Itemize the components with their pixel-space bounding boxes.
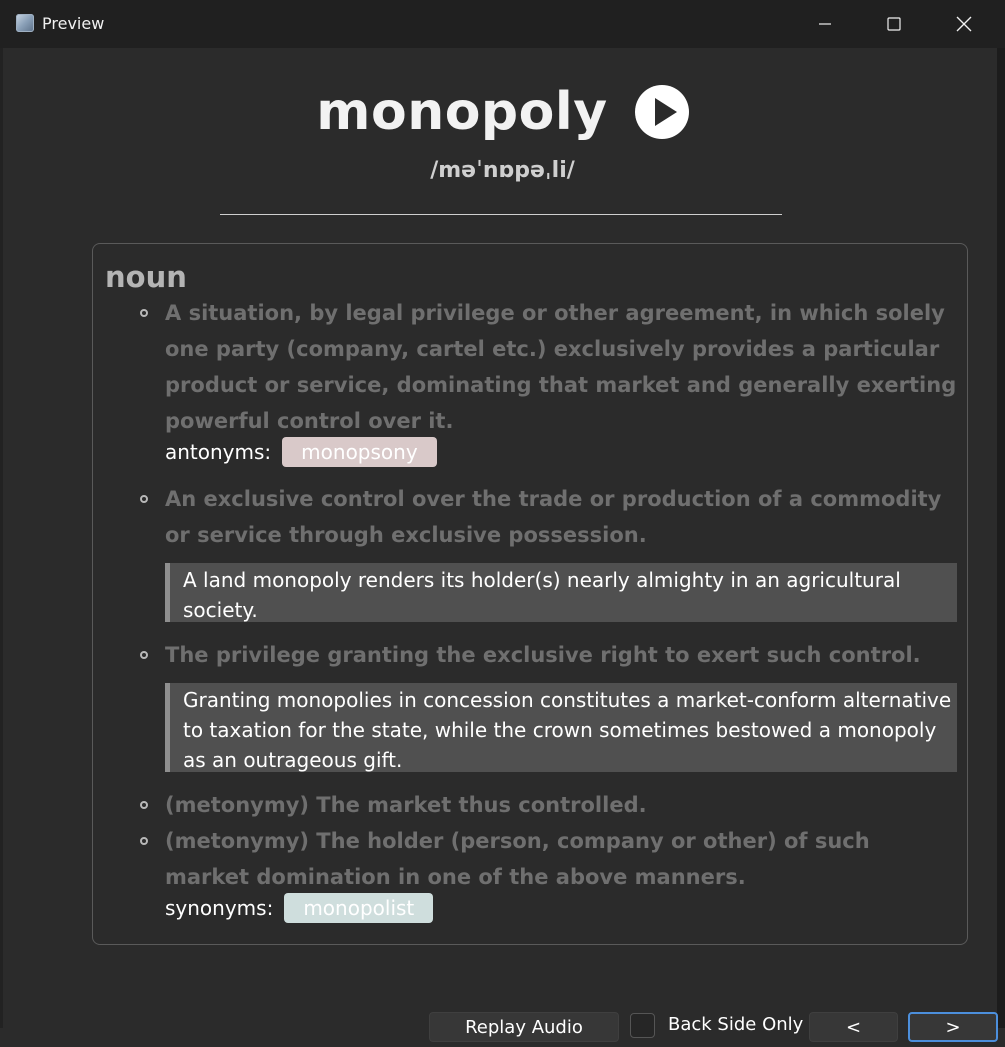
bullet-icon — [140, 651, 148, 659]
definition-text: The privilege granting the exclusive rig… — [165, 643, 921, 667]
bullet-icon — [140, 801, 148, 809]
headword: monopoly — [316, 82, 608, 142]
headword-row: monopoly — [0, 82, 1005, 142]
close-button[interactable] — [929, 0, 999, 48]
definition-text: An exclusive control over the trade or p… — [165, 487, 942, 547]
synonym-tag[interactable]: monopolist — [284, 893, 434, 923]
definition-text: A situation, by legal privilege or other… — [165, 301, 957, 433]
phonetic: /məˈnɒpəˌli/ — [430, 158, 575, 183]
part-of-speech: noun — [105, 260, 187, 294]
preview-app-icon — [16, 14, 34, 32]
minimize-icon — [819, 23, 831, 25]
close-icon — [956, 16, 972, 32]
next-button[interactable]: > — [908, 1012, 998, 1042]
title-bar: Preview — [0, 0, 1005, 48]
antonyms-label: antonyms: — [165, 440, 272, 464]
minimize-button[interactable] — [790, 0, 860, 48]
antonym-tag[interactable]: monopsony — [282, 437, 437, 467]
maximize-icon — [887, 17, 901, 31]
definition-text: (metonymy) The holder (person, company o… — [165, 829, 870, 889]
back-side-only-checkbox[interactable] — [630, 1013, 655, 1038]
window-right-edge — [997, 48, 1005, 1028]
bullet-icon — [140, 309, 148, 317]
antonyms-row: antonyms: monopsony — [165, 437, 437, 467]
maximize-button[interactable] — [859, 0, 929, 48]
replay-audio-button[interactable]: Replay Audio — [429, 1012, 619, 1042]
header-divider — [220, 214, 782, 215]
bullet-icon — [140, 837, 148, 845]
window-left-edge — [0, 48, 3, 1028]
previous-button[interactable]: < — [809, 1012, 898, 1042]
synonyms-row: synonyms: monopolist — [165, 893, 434, 923]
back-side-only-label[interactable]: Back Side Only — [668, 1014, 803, 1035]
synonyms-label: synonyms: — [165, 896, 274, 920]
example-quote: Granting monopolies in concession consti… — [165, 683, 957, 772]
bottom-toolbar: Replay Audio Back Side Only < > — [0, 1008, 1005, 1047]
definition-text: (metonymy) The market thus controlled. — [165, 793, 647, 817]
window-title: Preview — [42, 14, 105, 33]
play-icon[interactable] — [634, 85, 689, 139]
definition-card: noun A situation, by legal privilege or … — [92, 243, 968, 945]
bullet-icon — [140, 495, 148, 503]
example-quote: A land monopoly renders its holder(s) ne… — [165, 563, 957, 622]
